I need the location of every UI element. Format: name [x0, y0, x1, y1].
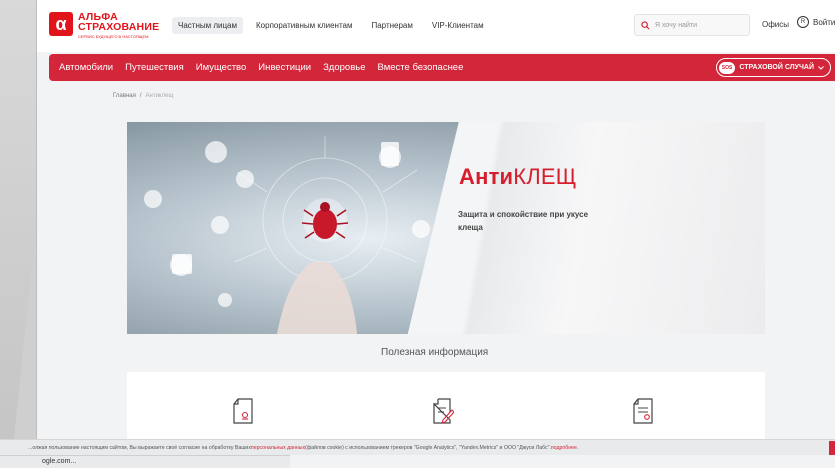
nav-item-investments[interactable]: Инвестиции	[258, 62, 311, 73]
search-icon	[641, 20, 650, 30]
topnav-corporate[interactable]: Корпоративным клиентам	[250, 17, 358, 34]
nav-item-auto[interactable]: Автомобили	[59, 62, 113, 73]
document-edit-icon[interactable]	[432, 398, 454, 424]
search-input[interactable]: Я хочу найти	[634, 14, 750, 36]
breadcrumb-separator: /	[139, 93, 142, 99]
insurance-case-button[interactable]: SOS СТРАХОВОЙ СЛУЧАЙ	[715, 58, 831, 77]
useful-info-cards	[127, 372, 765, 442]
logo-text: АЛЬФА СТРАХОВАНИЕ СЕРВИС БУДУЩЕГО В НАСТ…	[78, 12, 159, 39]
hero-subtitle: Защита и спокойствие при укусе клеща	[458, 210, 589, 232]
topnav-private[interactable]: Частным лицам	[172, 17, 244, 34]
breadcrumb-current: Антиклещ	[145, 93, 174, 99]
document-signature-icon[interactable]	[232, 398, 254, 424]
cookie-text-end: (файлов cookie) с использованием трекеро…	[305, 444, 551, 451]
logo-tagline: СЕРВИС БУДУЩЕГО В НАСТОЯЩЕМ	[78, 34, 149, 39]
user-icon: R	[797, 16, 809, 28]
nav-item-health[interactable]: Здоровье	[323, 62, 365, 73]
hero-title: АнтиКЛЕЩ	[459, 164, 577, 190]
cookie-banner: ...олжая пользование настоящим сайтом, В…	[0, 439, 835, 455]
search-placeholder: Я хочу найти	[655, 21, 698, 29]
insurance-case-label: СТРАХОВОЙ СЛУЧАЙ	[739, 64, 814, 71]
breadcrumb: Главная / Антиклещ	[113, 93, 173, 99]
login-label: Войти	[813, 17, 835, 27]
browser-status-bar: ogle.com...	[0, 455, 290, 468]
topnav-partners[interactable]: Партнерам	[365, 17, 418, 34]
topnav-vip[interactable]: VIP-Клиентам	[426, 17, 490, 34]
logo-alpha-icon: α	[49, 12, 73, 36]
cookie-accept-button[interactable]	[829, 441, 835, 455]
browser-page: α АЛЬФА СТРАХОВАНИЕ СЕРВИС БУДУЩЕГО В НА…	[36, 0, 835, 468]
logo-line-2: СТРАХОВАНИЕ	[78, 21, 160, 33]
hero-banner: АнтиКЛЕЩ Защита и спокойствие при укусе …	[127, 122, 765, 334]
cookie-text-start: ...олжая пользование настоящим сайтом, В…	[28, 444, 251, 451]
document-certificate-icon[interactable]	[632, 398, 654, 424]
offices-link[interactable]: Офисы	[762, 20, 789, 29]
login-button[interactable]: R Войти	[797, 16, 835, 28]
hero-title-bold: Анти	[459, 164, 514, 189]
cookie-details-link[interactable]: подробнее.	[551, 445, 578, 451]
nav-item-safer-together[interactable]: Вместе безопаснее	[377, 62, 463, 73]
chevron-down-icon	[818, 65, 824, 70]
header: α АЛЬФА СТРАХОВАНИЕ СЕРВИС БУДУЩЕГО В НА…	[37, 0, 835, 52]
hero-title-rest: КЛЕЩ	[513, 164, 577, 189]
nav-item-travel[interactable]: Путешествия	[125, 62, 184, 73]
main-nav: Автомобили Путешествия Имущество Инвести…	[49, 54, 835, 81]
audience-nav: Частным лицам Корпоративным клиентам Пар…	[172, 17, 490, 34]
personal-data-link[interactable]: персональных данных	[251, 445, 305, 451]
breadcrumb-home[interactable]: Главная	[113, 93, 136, 99]
screen: α АЛЬФА СТРАХОВАНИЕ СЕРВИС БУДУЩЕГО В НА…	[0, 0, 835, 468]
logo[interactable]: α АЛЬФА СТРАХОВАНИЕ СЕРВИС БУДУЩЕГО В НА…	[49, 12, 159, 39]
useful-info-title: Полезная информация	[381, 347, 489, 358]
nav-item-property[interactable]: Имущество	[196, 62, 247, 73]
sos-icon: SOS	[718, 61, 736, 74]
